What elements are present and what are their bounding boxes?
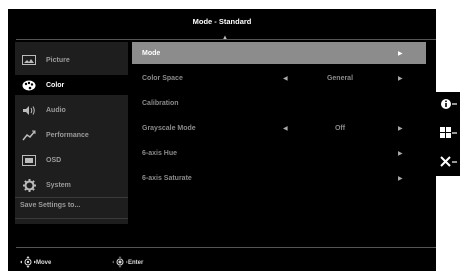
sidebar-item-color[interactable]: Color	[15, 75, 128, 95]
info-icon	[440, 97, 458, 115]
info-hotkey-button[interactable]	[440, 96, 460, 116]
menu-value: Off	[334, 124, 346, 132]
menu-row-grayscale-mode[interactable]: Grayscale Mode ◀ Off ▶	[132, 117, 426, 139]
close-hotkey-button[interactable]	[440, 154, 460, 174]
gear-icon	[21, 178, 37, 192]
joystick-enter-icon	[112, 256, 128, 270]
sidebar-item-label: Picture	[46, 56, 70, 64]
divider-bottom	[16, 247, 436, 248]
performance-graph-icon	[21, 129, 37, 141]
sidebar-item-picture[interactable]: Picture	[15, 50, 128, 70]
sidebar-item-label: OSD	[46, 156, 62, 164]
sidebar-item-label: System	[46, 181, 71, 189]
sidebar-item-label: Audio	[46, 106, 66, 114]
menu-label: Grayscale Mode	[142, 124, 196, 132]
close-icon	[440, 155, 458, 173]
sidebar-divider	[15, 197, 128, 198]
menu-row-mode[interactable]: Mode ▶	[132, 42, 426, 64]
osd-title: Mode - Standard	[192, 17, 252, 26]
menu-label: 6-axis Hue	[142, 149, 178, 157]
color-palette-icon	[21, 79, 37, 91]
joystick-move-icon	[20, 256, 36, 270]
footer-enter-label: Enter	[128, 260, 144, 266]
footer-move-hint: Move	[20, 256, 51, 270]
speaker-icon	[21, 104, 37, 116]
right-arrow-icon[interactable]: ▶	[398, 75, 403, 82]
menu-label: 6-axis Saturate	[142, 174, 192, 182]
left-arrow-icon[interactable]: ◀	[283, 75, 288, 82]
grid-hotkey-button[interactable]	[440, 125, 460, 145]
osd-screen-icon	[21, 154, 37, 166]
sidebar-item-label: Color	[46, 81, 65, 89]
sidebar: Picture Color Audio Performance OSD Syst…	[15, 42, 128, 224]
right-arrow-icon[interactable]: ▶	[398, 175, 403, 182]
sidebar-item-audio[interactable]: Audio	[15, 100, 128, 120]
osd-window: Mode - Standard ▲ Picture Color Audio Pe	[8, 9, 436, 271]
divider-top	[16, 39, 436, 40]
menu-value: General	[326, 74, 354, 82]
sidebar-divider	[15, 218, 128, 219]
menu-row-color-space[interactable]: Color Space ◀ General ▶	[132, 67, 426, 89]
menu-list: Mode ▶ Color Space ◀ General ▶ Calibrati…	[132, 42, 426, 224]
sidebar-item-system[interactable]: System	[15, 175, 128, 195]
hotkey-panel	[436, 92, 460, 176]
menu-row-6-axis-hue[interactable]: 6-axis Hue ▶	[132, 142, 426, 164]
right-arrow-icon[interactable]: ▶	[398, 125, 403, 132]
grid-icon	[440, 126, 458, 144]
sidebar-item-label: Performance	[46, 131, 89, 139]
right-arrow-icon[interactable]: ▶	[398, 150, 403, 157]
scroll-up-icon: ▲	[222, 35, 228, 41]
menu-label: Mode	[142, 49, 161, 57]
footer-move-label: Move	[36, 260, 52, 266]
menu-label: Calibration	[142, 99, 179, 107]
save-settings-button[interactable]: Save Settings to...	[20, 202, 80, 209]
sidebar-item-osd[interactable]: OSD	[15, 150, 128, 170]
picture-icon	[21, 54, 37, 66]
right-arrow-icon[interactable]: ▶	[398, 50, 403, 57]
left-arrow-icon[interactable]: ◀	[283, 125, 288, 132]
footer-enter-hint: Enter	[112, 256, 143, 270]
menu-row-6-axis-saturate[interactable]: 6-axis Saturate ▶	[132, 167, 426, 189]
sidebar-item-performance[interactable]: Performance	[15, 125, 128, 145]
menu-row-calibration[interactable]: Calibration	[132, 92, 426, 114]
menu-label: Color Space	[142, 74, 183, 82]
